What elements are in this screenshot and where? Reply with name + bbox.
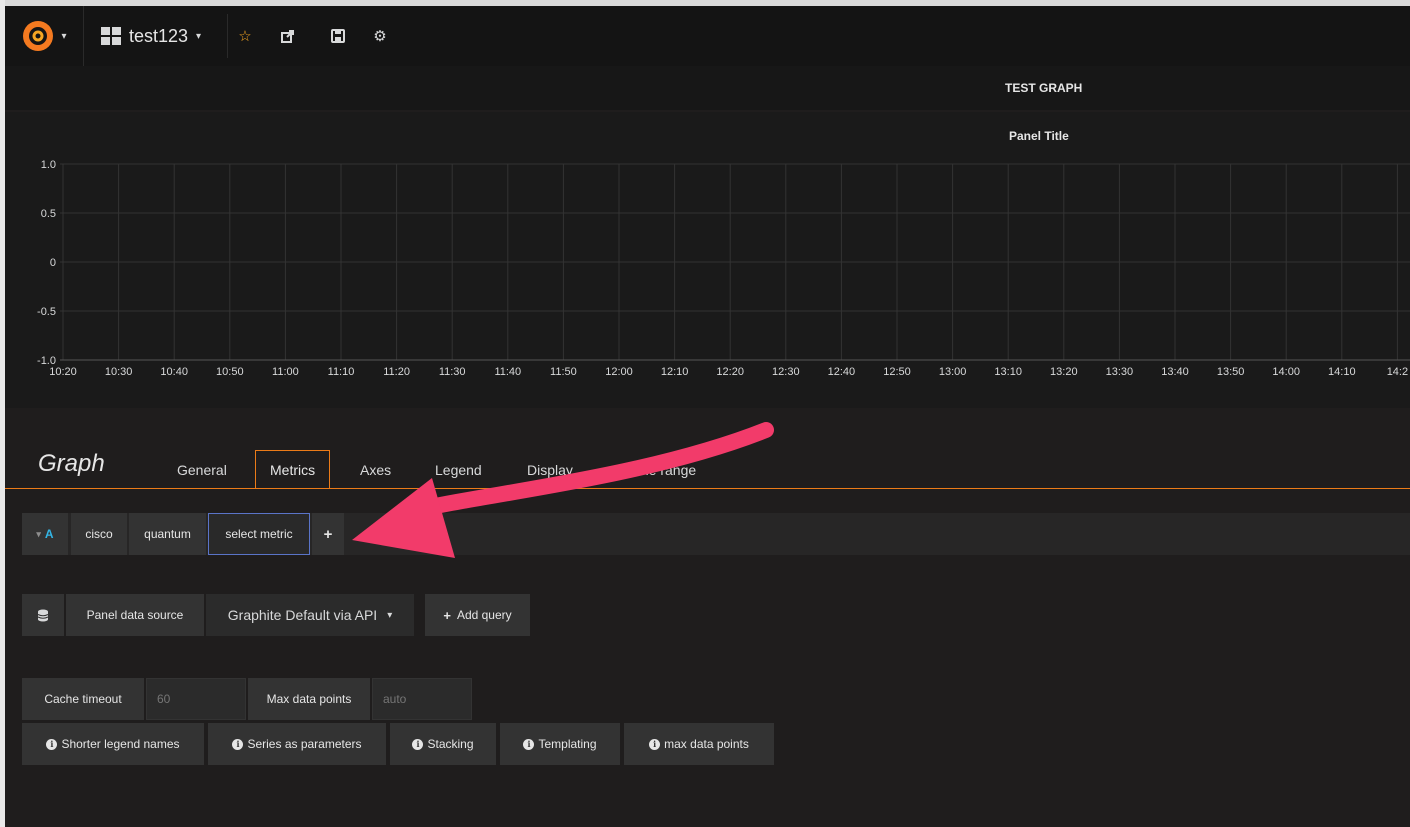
tab-display[interactable]: Display bbox=[527, 462, 573, 478]
metric-segment-cisco[interactable]: cisco bbox=[71, 513, 127, 555]
x-tick-label: 12:30 bbox=[772, 366, 800, 378]
help-series-as-parameters-button[interactable]: i Series as parameters bbox=[208, 723, 386, 765]
x-tick-label: 12:00 bbox=[605, 366, 633, 378]
star-icon[interactable]: ☆ bbox=[235, 26, 255, 46]
query-ref-id: A bbox=[44, 527, 54, 541]
save-icon[interactable] bbox=[328, 26, 348, 46]
select-metric-segment[interactable]: select metric bbox=[208, 513, 310, 555]
max-data-points-input[interactable] bbox=[372, 678, 472, 720]
tab-time-range[interactable]: me range bbox=[637, 462, 696, 478]
cache-timeout-input[interactable] bbox=[146, 678, 246, 720]
x-tick-label: 12:10 bbox=[661, 366, 689, 378]
x-tick-label: 13:00 bbox=[939, 366, 967, 378]
gear-icon[interactable]: ⚙ bbox=[370, 26, 390, 46]
query-row: ▾ A cisco quantum select metric + bbox=[22, 513, 1410, 555]
navbar-divider bbox=[227, 14, 228, 58]
grafana-menu-button[interactable]: ▾ bbox=[5, 6, 84, 66]
info-icon: i bbox=[523, 738, 535, 750]
query-ref-toggle[interactable]: ▾ A bbox=[22, 513, 68, 555]
x-tick-label: 11:10 bbox=[328, 366, 355, 378]
y-tick-label: -0.5 bbox=[37, 306, 56, 318]
tab-general[interactable]: General bbox=[177, 462, 227, 478]
x-tick-label: 10:30 bbox=[105, 366, 133, 378]
x-tick-label: 12:20 bbox=[716, 366, 744, 378]
x-tick-label: 11:50 bbox=[550, 366, 577, 378]
graph-panel: Panel Title 1.0 0.5 0 -0.5 -1.0 10:20 10:30 10:… bbox=[5, 112, 1410, 408]
x-tick-label: 14:10 bbox=[1328, 366, 1356, 378]
x-tick-label: 12:50 bbox=[883, 366, 911, 378]
tabs-underline bbox=[5, 488, 1410, 489]
help-stacking-button[interactable]: i Stacking bbox=[390, 723, 496, 765]
grafana-logo-icon bbox=[23, 21, 54, 51]
share-icon[interactable] bbox=[278, 26, 298, 46]
x-tick-label: 11:00 bbox=[272, 366, 299, 378]
help-label: max data points bbox=[664, 737, 749, 751]
info-icon: i bbox=[649, 738, 661, 750]
help-max-data-points-button[interactable]: i max data points bbox=[624, 723, 774, 765]
tab-legend[interactable]: Legend bbox=[435, 462, 482, 478]
datasource-select[interactable]: Graphite Default via API ▾ bbox=[206, 594, 414, 636]
dashboard-name: test123 bbox=[129, 25, 189, 46]
y-tick-label: 1.0 bbox=[41, 159, 56, 171]
x-tick-label: 13:40 bbox=[1161, 366, 1189, 378]
help-label: Stacking bbox=[427, 737, 474, 751]
help-templating-button[interactable]: i Templating bbox=[500, 723, 620, 765]
help-shorter-legend-names-button[interactable]: i Shorter legend names bbox=[22, 723, 204, 765]
y-tick-label: 0 bbox=[50, 257, 56, 269]
dashboard-picker-button[interactable]: test123 ▾ bbox=[93, 16, 213, 56]
dashboard-grid-icon bbox=[101, 27, 121, 45]
x-tick-label: 10:40 bbox=[160, 366, 188, 378]
info-icon: i bbox=[46, 738, 58, 750]
x-tick-label: 13:50 bbox=[1217, 366, 1245, 378]
x-tick-label: 10:20 bbox=[49, 366, 77, 378]
dashboard-row-title: TEST GRAPH bbox=[1005, 81, 1083, 95]
editor-title: Graph bbox=[38, 450, 105, 477]
info-icon: i bbox=[412, 738, 424, 750]
database-icon bbox=[22, 594, 64, 636]
help-label: Shorter legend names bbox=[61, 737, 180, 751]
x-tick-label: 12:40 bbox=[828, 366, 856, 378]
chevron-down-icon: ▾ bbox=[387, 609, 393, 621]
datasource-selected-value: Graphite Default via API bbox=[227, 607, 378, 623]
chevron-down-icon: ▾ bbox=[61, 30, 67, 42]
max-data-points-label: Max data points bbox=[248, 678, 370, 720]
x-tick-label: 13:10 bbox=[994, 366, 1022, 378]
x-tick-label: 11:40 bbox=[494, 366, 521, 378]
help-label: Templating bbox=[538, 737, 597, 751]
x-tick-label: 14:2 bbox=[1387, 366, 1408, 378]
dashboard-row-title-bar: TEST GRAPH bbox=[5, 66, 1410, 110]
x-tick-label: 11:20 bbox=[383, 366, 410, 378]
help-label: Series as parameters bbox=[247, 737, 362, 751]
add-segment-button[interactable]: + bbox=[312, 513, 344, 555]
x-tick-label: 14:00 bbox=[1272, 366, 1300, 378]
x-tick-label: 11:30 bbox=[439, 366, 466, 378]
tab-axes[interactable]: Axes bbox=[360, 462, 391, 478]
tab-metrics[interactable]: Metrics bbox=[255, 450, 331, 489]
top-navbar: ▾ test123 ▾ ☆ ⚙ bbox=[5, 6, 1410, 66]
plus-icon: + bbox=[443, 607, 451, 623]
add-query-button[interactable]: + Add query bbox=[425, 594, 530, 636]
x-tick-label: 10:50 bbox=[216, 366, 244, 378]
x-tick-label: 13:30 bbox=[1106, 366, 1134, 378]
chevron-down-icon: ▾ bbox=[196, 30, 202, 42]
info-icon: i bbox=[232, 738, 244, 750]
panel-data-source-label: Panel data source bbox=[66, 594, 204, 636]
caret-down-icon: ▾ bbox=[36, 528, 41, 539]
add-query-label: Add query bbox=[456, 608, 512, 622]
x-tick-label: 13:20 bbox=[1050, 366, 1078, 378]
cache-timeout-label: Cache timeout bbox=[22, 678, 144, 720]
metric-segment-quantum[interactable]: quantum bbox=[129, 513, 206, 555]
graph-plot-area: 1.00.50-0.5-1.010:20 10:30 10:40 10:50 11:00… bbox=[37, 159, 1410, 378]
y-tick-label: 0.5 bbox=[41, 208, 56, 220]
